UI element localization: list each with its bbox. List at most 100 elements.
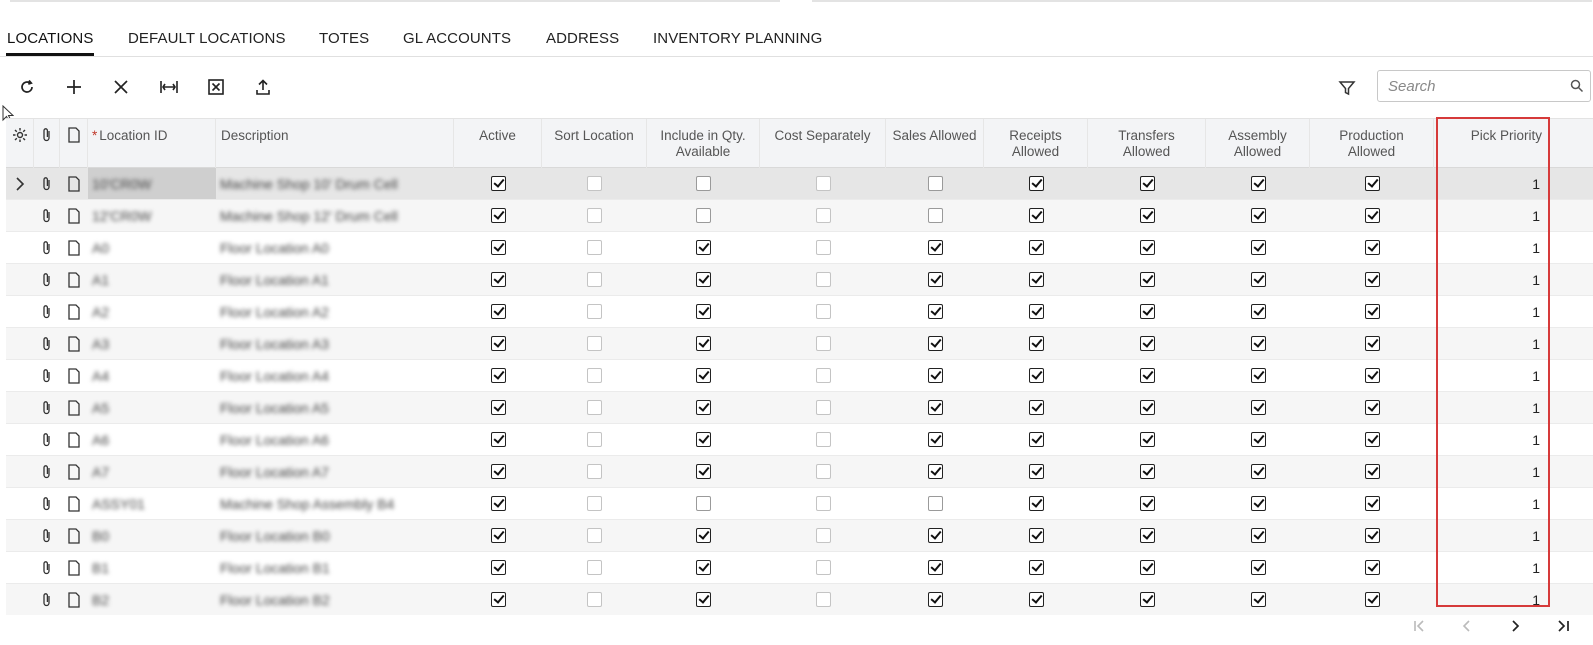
sales-checkbox[interactable] bbox=[927, 560, 943, 575]
pick-priority-cell[interactable]: 1 bbox=[1434, 232, 1550, 263]
location-id-cell[interactable]: A2 bbox=[88, 296, 216, 327]
incl-checkbox[interactable] bbox=[696, 400, 711, 415]
asm-checkbox[interactable] bbox=[1250, 272, 1266, 287]
last-page-button[interactable] bbox=[1551, 614, 1575, 638]
cost-checkbox[interactable] bbox=[815, 208, 831, 223]
sales-checkbox[interactable] bbox=[927, 208, 943, 223]
row-attachment-button[interactable] bbox=[34, 424, 60, 455]
cost-checkbox[interactable] bbox=[815, 432, 831, 447]
location-id-cell[interactable]: B0 bbox=[88, 520, 216, 551]
rcpt-checkbox[interactable] bbox=[1028, 496, 1044, 511]
cost-checkbox[interactable] bbox=[815, 336, 831, 351]
tab-default-locations[interactable]: DEFAULT LOCATIONS bbox=[128, 30, 286, 47]
upload-button[interactable] bbox=[250, 74, 276, 100]
column-header-sales-allowed[interactable]: Sales Allowed bbox=[886, 119, 984, 169]
tab-locations[interactable]: LOCATIONS bbox=[7, 30, 93, 47]
first-page-button[interactable] bbox=[1408, 614, 1432, 638]
column-header-cost-separately[interactable]: Cost Separately bbox=[760, 119, 886, 169]
sales-checkbox[interactable] bbox=[927, 336, 943, 351]
cost-checkbox[interactable] bbox=[815, 560, 831, 575]
prod-checkbox[interactable] bbox=[1364, 176, 1380, 191]
row-attachment-button[interactable] bbox=[34, 360, 60, 391]
prod-checkbox[interactable] bbox=[1364, 464, 1380, 479]
incl-checkbox[interactable] bbox=[696, 336, 711, 351]
pick-priority-cell[interactable]: 1 bbox=[1434, 168, 1550, 199]
column-header-description[interactable]: Description bbox=[216, 119, 454, 169]
description-cell[interactable]: Floor Location B0 bbox=[216, 520, 454, 551]
search-icon[interactable] bbox=[1570, 79, 1584, 93]
sort-checkbox[interactable] bbox=[587, 592, 602, 607]
row-attachment-button[interactable] bbox=[34, 520, 60, 551]
active-checkbox[interactable] bbox=[490, 208, 506, 223]
row-attachment-button[interactable] bbox=[34, 328, 60, 359]
row-attachment-button[interactable] bbox=[34, 232, 60, 263]
cost-checkbox[interactable] bbox=[815, 592, 831, 607]
cost-checkbox[interactable] bbox=[815, 240, 831, 255]
row-note-button[interactable] bbox=[60, 232, 88, 263]
asm-checkbox[interactable] bbox=[1250, 240, 1266, 255]
rcpt-checkbox[interactable] bbox=[1028, 336, 1044, 351]
sales-checkbox[interactable] bbox=[927, 240, 943, 255]
pick-priority-cell[interactable]: 1 bbox=[1434, 520, 1550, 551]
incl-checkbox[interactable] bbox=[696, 528, 711, 543]
xfer-checkbox[interactable] bbox=[1139, 336, 1155, 351]
search-box[interactable] bbox=[1377, 70, 1591, 102]
active-checkbox[interactable] bbox=[490, 496, 506, 511]
expand-row-button[interactable] bbox=[6, 168, 34, 199]
rcpt-checkbox[interactable] bbox=[1028, 240, 1044, 255]
table-row[interactable]: A1 Floor Location A1 1 bbox=[6, 264, 1593, 296]
location-id-cell[interactable]: A7 bbox=[88, 456, 216, 487]
incl-checkbox[interactable] bbox=[696, 208, 711, 223]
location-id-cell[interactable]: A3 bbox=[88, 328, 216, 359]
asm-checkbox[interactable] bbox=[1250, 368, 1266, 383]
cost-checkbox[interactable] bbox=[815, 176, 831, 191]
row-note-button[interactable] bbox=[60, 360, 88, 391]
row-note-button[interactable] bbox=[60, 456, 88, 487]
location-id-cell[interactable]: ASSY01 bbox=[88, 488, 216, 519]
column-header-assembly-allowed[interactable]: Assembly Allowed bbox=[1206, 119, 1310, 169]
sort-checkbox[interactable] bbox=[587, 336, 602, 351]
row-attachment-button[interactable] bbox=[34, 488, 60, 519]
sort-checkbox[interactable] bbox=[587, 208, 602, 223]
column-header-active[interactable]: Active bbox=[454, 119, 542, 169]
location-id-cell[interactable]: A1 bbox=[88, 264, 216, 295]
column-header-sort-location[interactable]: Sort Location bbox=[542, 119, 647, 169]
sort-checkbox[interactable] bbox=[587, 176, 602, 191]
prod-checkbox[interactable] bbox=[1364, 272, 1380, 287]
asm-checkbox[interactable] bbox=[1250, 560, 1266, 575]
incl-checkbox[interactable] bbox=[696, 368, 711, 383]
description-cell[interactable]: Floor Location A2 bbox=[216, 296, 454, 327]
column-settings-button[interactable] bbox=[6, 119, 34, 169]
description-cell[interactable]: Floor Location A7 bbox=[216, 456, 454, 487]
asm-checkbox[interactable] bbox=[1250, 496, 1266, 511]
rcpt-checkbox[interactable] bbox=[1028, 208, 1044, 223]
location-id-cell[interactable]: A4 bbox=[88, 360, 216, 391]
table-row[interactable]: B0 Floor Location B0 1 bbox=[6, 520, 1593, 552]
prod-checkbox[interactable] bbox=[1364, 368, 1380, 383]
active-checkbox[interactable] bbox=[490, 528, 506, 543]
sales-checkbox[interactable] bbox=[927, 176, 943, 191]
asm-checkbox[interactable] bbox=[1250, 336, 1266, 351]
sort-checkbox[interactable] bbox=[587, 496, 602, 511]
refresh-button[interactable] bbox=[14, 74, 40, 100]
tab-gl-accounts[interactable]: GL ACCOUNTS bbox=[403, 30, 511, 47]
sales-checkbox[interactable] bbox=[927, 496, 943, 511]
incl-checkbox[interactable] bbox=[696, 176, 711, 191]
asm-checkbox[interactable] bbox=[1250, 528, 1266, 543]
row-attachment-button[interactable] bbox=[34, 552, 60, 583]
row-attachment-button[interactable] bbox=[34, 392, 60, 423]
sales-checkbox[interactable] bbox=[927, 368, 943, 383]
incl-checkbox[interactable] bbox=[696, 464, 711, 479]
active-checkbox[interactable] bbox=[490, 464, 506, 479]
pick-priority-cell[interactable]: 1 bbox=[1434, 488, 1550, 519]
pick-priority-cell[interactable]: 1 bbox=[1434, 360, 1550, 391]
xfer-checkbox[interactable] bbox=[1139, 560, 1155, 575]
pick-priority-cell[interactable]: 1 bbox=[1434, 264, 1550, 295]
prod-checkbox[interactable] bbox=[1364, 400, 1380, 415]
row-note-button[interactable] bbox=[60, 392, 88, 423]
filter-icon[interactable] bbox=[1338, 79, 1356, 97]
column-header-production-allowed[interactable]: Production Allowed bbox=[1310, 119, 1434, 169]
cost-checkbox[interactable] bbox=[815, 496, 831, 511]
row-note-button[interactable] bbox=[60, 424, 88, 455]
xfer-checkbox[interactable] bbox=[1139, 304, 1155, 319]
